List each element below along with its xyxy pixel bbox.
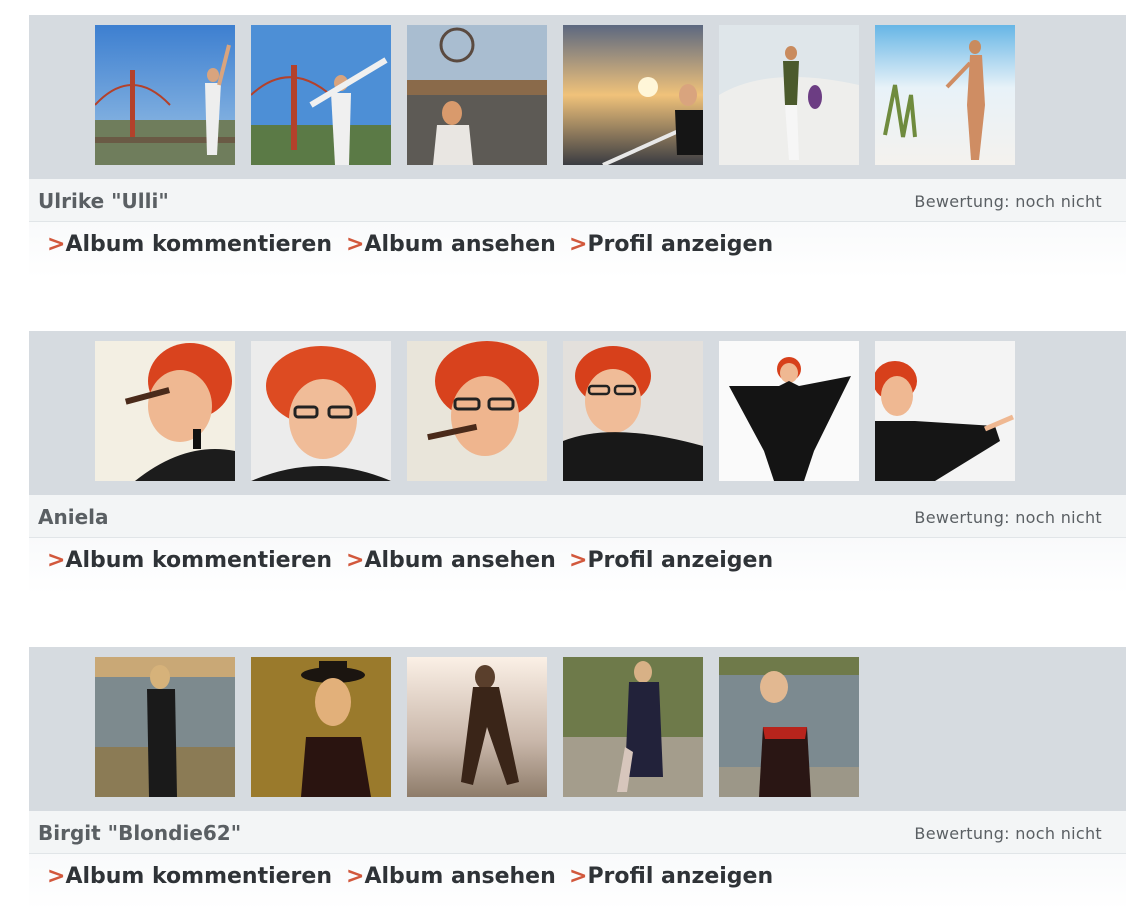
cigar-portrait-photo-2[interactable] (407, 341, 547, 481)
beach-dunes-photo[interactable] (875, 25, 1015, 165)
arrow-icon: > (569, 864, 588, 889)
golden-gate-photo-2[interactable] (251, 25, 391, 165)
cigar-portrait-photo-1[interactable] (95, 341, 235, 481)
black-dress-arms-photo[interactable] (719, 341, 859, 481)
album-links: >Album kommentieren >Album ansehen >Prof… (29, 222, 1126, 278)
album-card: Birgit "Blondie62" Bewertung: noch nicht… (29, 647, 1126, 910)
show-profile-link[interactable]: >Profil anzeigen (569, 864, 773, 889)
album-owner-name[interactable]: Aniela (38, 505, 109, 529)
white-rocks-photo[interactable] (719, 25, 859, 165)
view-album-link[interactable]: >Album ansehen (346, 548, 556, 573)
album-card: Ulrike "Ulli" Bewertung: noch nicht >Alb… (29, 15, 1126, 278)
side-pose-photo[interactable] (875, 341, 1015, 481)
album-owner-name[interactable]: Birgit "Blondie62" (38, 821, 241, 845)
rating-text: Bewertung: noch nicht (914, 192, 1102, 211)
laughing-portrait-photo[interactable] (563, 341, 703, 481)
photo-strip (29, 15, 1126, 179)
arrow-icon: > (47, 864, 66, 889)
album-owner-name[interactable]: Ulrike "Ulli" (38, 189, 169, 213)
coat-outdoor-photo[interactable] (563, 657, 703, 797)
glasses-portrait-photo[interactable] (251, 341, 391, 481)
album-name-bar: Aniela Bewertung: noch nicht (29, 495, 1126, 538)
album-name-bar: Birgit "Blondie62" Bewertung: noch nicht (29, 811, 1126, 854)
lakeside-photo[interactable] (95, 657, 235, 797)
riverside-dress-photo[interactable] (719, 657, 859, 797)
album-links: >Album kommentieren >Album ansehen >Prof… (29, 854, 1126, 910)
arrow-icon: > (47, 548, 66, 573)
show-profile-link[interactable]: >Profil anzeigen (569, 232, 773, 257)
hat-portrait-photo[interactable] (251, 657, 391, 797)
show-profile-link[interactable]: >Profil anzeigen (569, 548, 773, 573)
comment-album-link[interactable]: >Album kommentieren (47, 232, 332, 257)
rating-text: Bewertung: noch nicht (914, 508, 1102, 527)
arrow-icon: > (569, 548, 588, 573)
album-card: Aniela Bewertung: noch nicht >Album komm… (29, 331, 1126, 594)
pier-ferris-wheel-photo[interactable] (407, 25, 547, 165)
view-album-link[interactable]: >Album ansehen (346, 864, 556, 889)
arrow-icon: > (346, 548, 365, 573)
arrow-icon: > (346, 864, 365, 889)
sunset-railing-photo[interactable] (563, 25, 703, 165)
photo-strip (29, 331, 1126, 495)
comment-album-link[interactable]: >Album kommentieren (47, 864, 332, 889)
view-album-link[interactable]: >Album ansehen (346, 232, 556, 257)
photo-strip (29, 647, 1126, 811)
golden-gate-photo-1[interactable] (95, 25, 235, 165)
arrow-icon: > (569, 232, 588, 257)
album-links: >Album kommentieren >Album ansehen >Prof… (29, 538, 1126, 594)
arrow-icon: > (346, 232, 365, 257)
backlit-pose-photo[interactable] (407, 657, 547, 797)
comment-album-link[interactable]: >Album kommentieren (47, 548, 332, 573)
album-name-bar: Ulrike "Ulli" Bewertung: noch nicht (29, 179, 1126, 222)
arrow-icon: > (47, 232, 66, 257)
rating-text: Bewertung: noch nicht (914, 824, 1102, 843)
